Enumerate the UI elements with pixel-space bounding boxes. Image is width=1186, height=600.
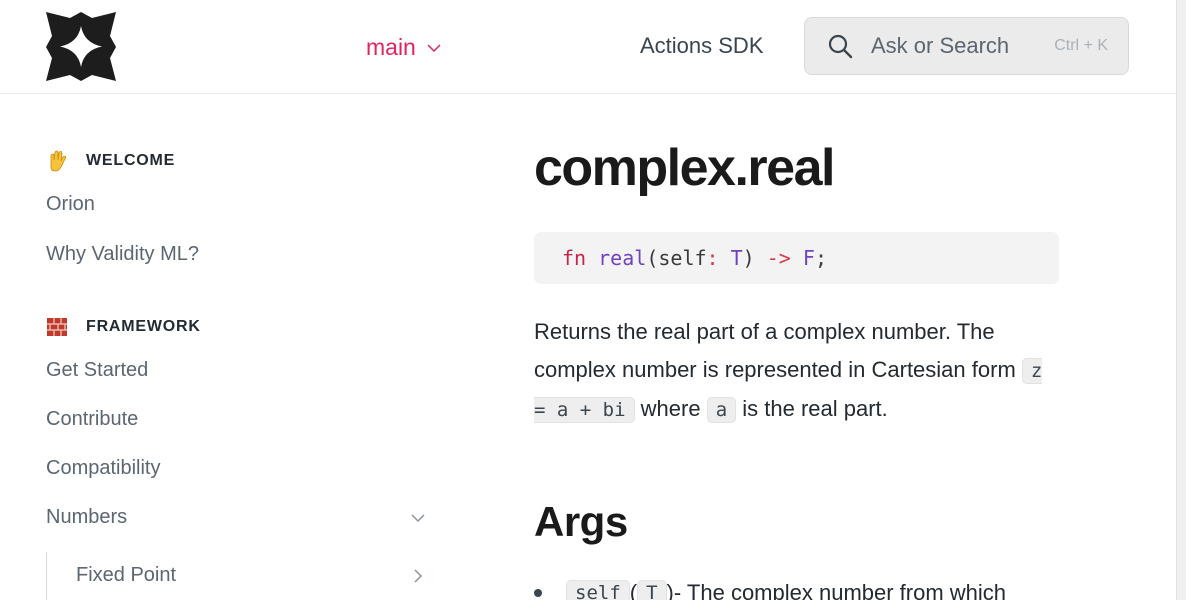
version-dropdown[interactable]: main [366,34,442,61]
code-param: self [658,246,707,270]
code-param-type: T [730,246,743,270]
page-scrollbar[interactable] [1176,0,1186,600]
logo-icon[interactable] [46,12,116,81]
version-label: main [366,34,416,60]
sidebar-item-fixed-point[interactable]: Fixed Point [76,564,426,587]
waving-hand-icon [50,150,67,172]
code-paren: ( [646,246,659,270]
sidebar-item-label: Fixed Point [76,564,177,586]
arg-name-code: self [566,580,630,600]
code-semicolon: ; [814,246,827,270]
chevron-down-icon [411,513,425,522]
sidebar-item-orion[interactable]: Orion [46,193,95,216]
desc-text: is the real part. [742,396,888,421]
section-welcome: WELCOME [46,150,175,172]
search-icon [828,34,853,59]
description: Returns the real part of a complex numbe… [534,313,1054,429]
section-title-framework: FRAMEWORK [86,318,201,335]
subnav-guide-line [46,552,47,600]
arg-description: - The complex number from which [673,580,1007,600]
search-bar[interactable]: Ask or Search Ctrl + K [804,17,1129,75]
page-title: complex.real [534,139,835,197]
desc-text: where [640,396,701,421]
actions-sdk-link[interactable]: Actions SDK [640,33,764,59]
sidebar-item-why-validity[interactable]: Why Validity ML? [46,243,199,266]
section-title-welcome: WELCOME [86,152,176,169]
sidebar-item-get-started[interactable]: Get Started [46,359,148,382]
inline-code: a [706,397,737,423]
arg-list-item: self(T) - The complex number from which [534,580,1074,600]
top-header: main Actions SDK Ask or Search Ctrl + K [0,0,1176,94]
sidebar-item-numbers[interactable]: Numbers [46,506,426,529]
chevron-down-icon [427,43,441,52]
code-arrow: -> [766,246,791,270]
desc-text: Returns the real part of a complex numbe… [534,319,1016,382]
sidebar-item-contribute[interactable]: Contribute [46,408,138,431]
section-framework: FRAMEWORK [46,316,201,338]
brick-icon [47,318,67,336]
args-heading: Args [534,498,628,545]
arg-paren: ) [666,580,674,600]
arg-type-code: T [637,580,667,600]
sidebar-item-compatibility[interactable]: Compatibility [46,457,160,480]
sidebar-item-label: Numbers [46,506,128,528]
search-placeholder: Ask or Search [871,33,1010,58]
code-return-type: F [802,246,815,270]
code-fn-name: real [598,246,647,270]
code-colon: : [706,246,719,270]
arg-paren: ( [629,580,638,600]
search-shortcut: Ctrl + K [1054,37,1108,54]
code-paren: ) [742,246,755,270]
bullet-icon [534,589,542,597]
code-keyword: fn [562,246,587,270]
chevron-right-icon [414,568,423,583]
signature-code-block: fn real(self: T) -> F; [534,232,1059,284]
